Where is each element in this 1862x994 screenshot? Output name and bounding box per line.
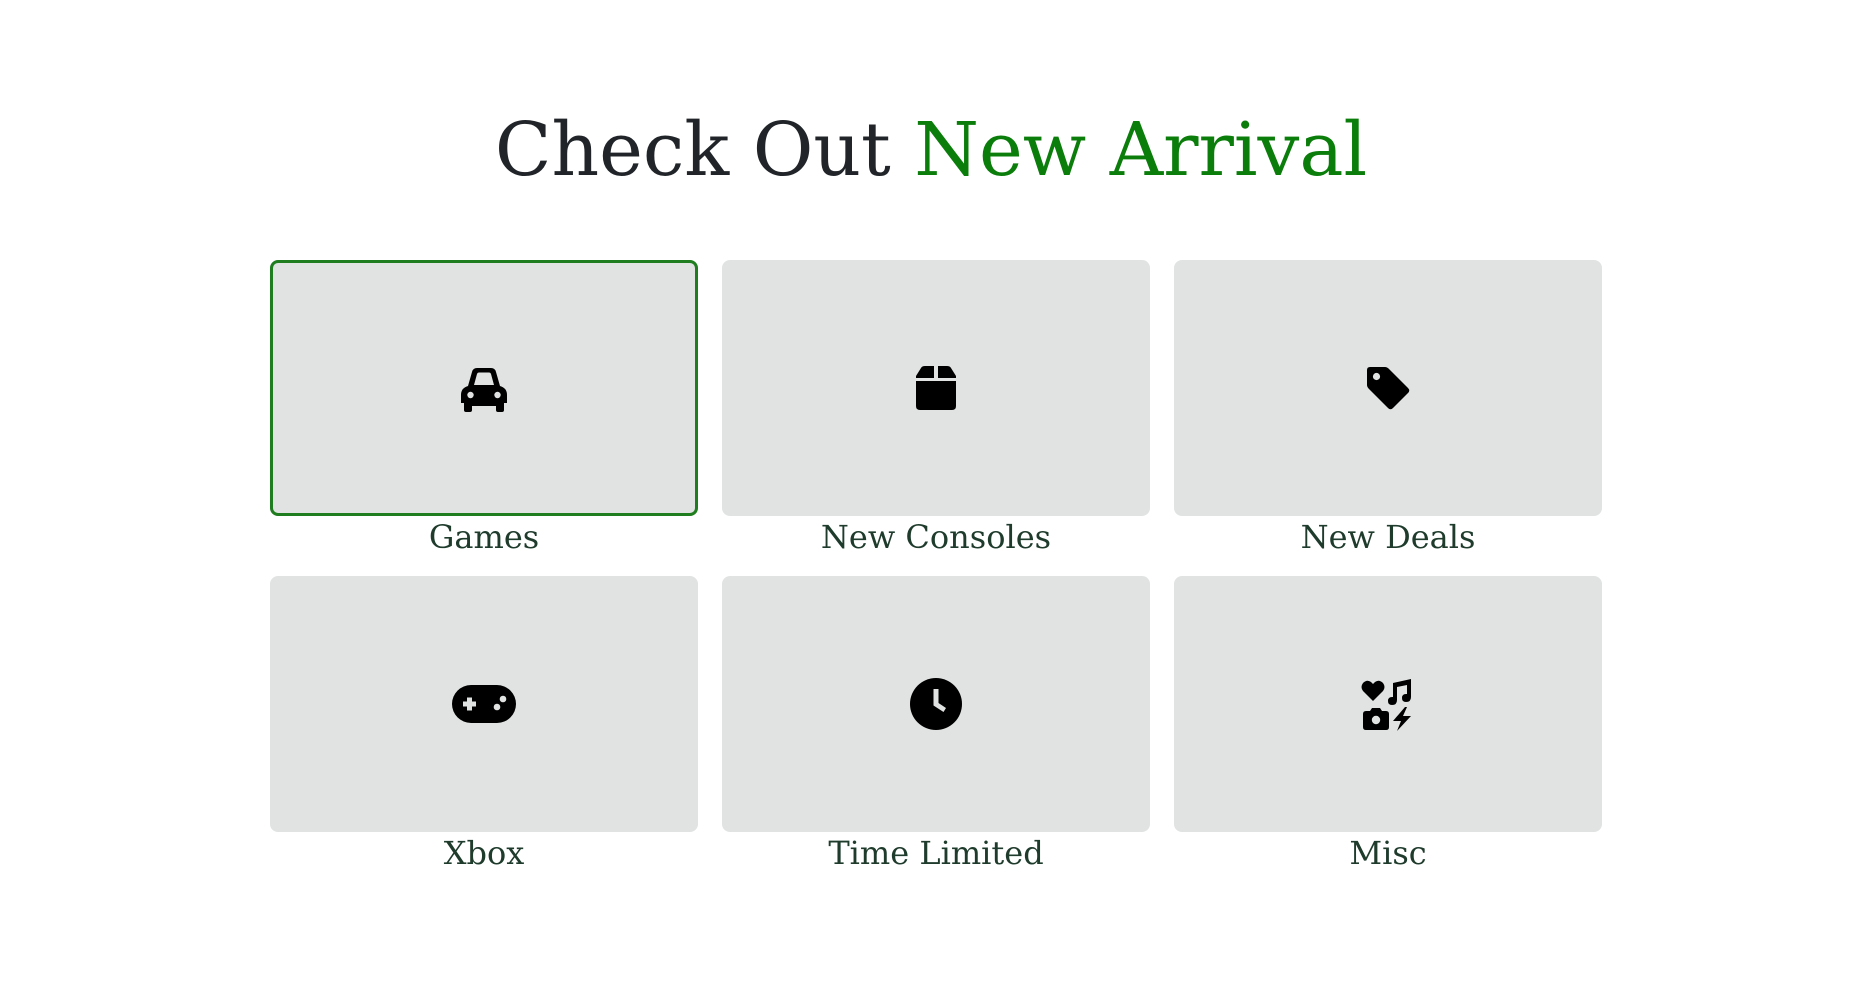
gamepad-icon [451, 684, 517, 724]
title-prefix: Check Out [494, 107, 915, 193]
clock-icon [909, 677, 963, 731]
icons-icon [1361, 677, 1415, 731]
category-label-games: Games [428, 518, 540, 556]
category-misc: Misc [1174, 576, 1602, 892]
title-accent: New Arrival [914, 107, 1368, 193]
category-new-consoles: New Consoles [722, 260, 1150, 576]
category-card-time-limited[interactable] [722, 576, 1150, 832]
tag-icon [1364, 364, 1412, 412]
category-new-deals: New Deals [1174, 260, 1602, 576]
category-card-new-deals[interactable] [1174, 260, 1602, 516]
box-icon [912, 364, 960, 412]
car-icon [457, 364, 511, 412]
category-time-limited: Time Limited [722, 576, 1150, 892]
category-card-misc[interactable] [1174, 576, 1602, 832]
page-title: Check Out New Arrival [0, 108, 1862, 192]
category-label-misc: Misc [1349, 834, 1427, 872]
category-games: Games [270, 260, 698, 576]
category-label-new-consoles: New Consoles [820, 518, 1052, 556]
category-card-xbox[interactable] [270, 576, 698, 832]
category-label-xbox: Xbox [443, 834, 525, 872]
category-xbox: Xbox [270, 576, 698, 892]
category-card-games[interactable] [270, 260, 698, 516]
category-card-new-consoles[interactable] [722, 260, 1150, 516]
category-label-time-limited: Time Limited [828, 834, 1044, 872]
category-grid: Games New Consoles New Deals Xbox Time L… [270, 260, 1602, 892]
category-label-new-deals: New Deals [1300, 518, 1476, 556]
